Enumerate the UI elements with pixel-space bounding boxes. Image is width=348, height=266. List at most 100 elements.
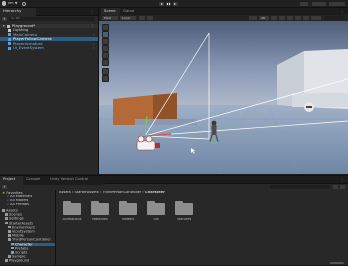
custom-tool-icon[interactable] xyxy=(102,68,109,75)
hierarchy-tabbar: Hierarchy ⋮ xyxy=(0,8,98,17)
local-label: Local xyxy=(122,16,130,20)
favorites-item-label: All Materials xyxy=(10,195,33,198)
project-panel: Project Console Unity Version Control ⋮ … xyxy=(0,175,348,266)
folder-label[interactable]: Materials xyxy=(89,218,111,221)
hierarchy-item-label: PlayerArmature xyxy=(13,41,43,46)
mode-2d-toggle[interactable]: 2D xyxy=(259,16,269,20)
local-toggle[interactable]: Local xyxy=(120,16,136,20)
version-control-tab-label: Unity Version Control xyxy=(50,177,88,181)
transform-tool-icon[interactable] xyxy=(102,59,109,66)
folder-icon[interactable] xyxy=(175,201,193,215)
gizmos-dropdown[interactable] xyxy=(311,16,321,20)
breadcrumb-path: Assets › StarterAssets › ThirdPersonCont… xyxy=(59,191,165,195)
hierarchy-item[interactable]: PlayerArmature › xyxy=(0,42,98,46)
folder-icon[interactable] xyxy=(63,201,81,215)
scene-search-input[interactable] xyxy=(324,16,344,20)
breadcrumb: Assets › StarterAssets › ThirdPersonCont… xyxy=(57,190,348,196)
pause-button[interactable] xyxy=(166,2,171,6)
zoom-slider[interactable] xyxy=(330,262,344,264)
rect-tool-icon[interactable] xyxy=(102,52,109,59)
hierarchy-item-label: PlayerFollowCamera xyxy=(13,37,52,41)
layers-dropdown[interactable] xyxy=(312,2,326,6)
chevron-right-icon[interactable]: › xyxy=(93,33,94,37)
panel-menu-icon[interactable]: ⋮ xyxy=(90,9,94,14)
effects-toggle[interactable] xyxy=(287,16,293,20)
tool-settings-icon[interactable] xyxy=(102,75,109,82)
play-button[interactable] xyxy=(159,2,164,6)
folder-label[interactable]: Sfx xyxy=(145,218,167,221)
chevron-right-icon[interactable]: › xyxy=(93,42,94,46)
scene-panel: Scene Game ⋮ Pivot Local 2D xyxy=(99,8,348,174)
folder-icon[interactable] xyxy=(119,201,137,215)
breadcrumb-item[interactable]: Assets xyxy=(59,191,71,194)
project-folder-label: Scripts xyxy=(15,251,28,255)
chevron-right-icon[interactable]: › xyxy=(93,37,94,41)
folder-icon xyxy=(8,230,11,233)
hierarchy-item[interactable]: Lighting xyxy=(0,28,98,32)
step-button[interactable] xyxy=(173,2,178,6)
camera-settings-button[interactable] xyxy=(303,16,309,20)
scale-tool-icon[interactable] xyxy=(102,45,109,52)
scene-viewport[interactable] xyxy=(99,21,348,174)
breadcrumb-item[interactable]: Character xyxy=(145,191,165,194)
pivot-toggle[interactable]: Pivot xyxy=(102,16,118,20)
folder-body-shape xyxy=(175,203,193,215)
hierarchy-item[interactable]: UI_EventSystem › xyxy=(0,46,98,50)
project-search-input[interactable] xyxy=(270,185,330,189)
scene-panel-menu-icon[interactable]: ⋮ xyxy=(340,9,344,14)
project-folder-label: Assets xyxy=(6,209,18,213)
chevron-right-icon[interactable]: › xyxy=(93,46,94,50)
hierarchy-item[interactable]: MainCamera › xyxy=(0,33,98,37)
pivot-label: Pivot xyxy=(104,16,112,20)
lighting-toggle[interactable] xyxy=(271,16,277,20)
folder-icon xyxy=(5,217,8,220)
search-placeholder: Q- All xyxy=(11,17,20,21)
tab-version-control[interactable]: Unity Version Control xyxy=(47,176,105,185)
folder-label[interactable]: Animations xyxy=(61,218,83,221)
gameobject-icon xyxy=(8,42,11,45)
move-tool-icon[interactable] xyxy=(102,31,109,38)
main-toolbar: MR ▼ xyxy=(0,0,348,8)
favorites-item[interactable]: ⌕ All Prefabs xyxy=(7,203,29,207)
folder-icon[interactable] xyxy=(147,201,165,215)
folder-icon xyxy=(11,242,14,246)
folder-icon[interactable] xyxy=(91,201,109,215)
breadcrumb-item[interactable]: StarterAssets xyxy=(74,191,98,194)
layout-dropdown[interactable] xyxy=(329,2,345,6)
breadcrumb-item[interactable]: ThirdPersonController xyxy=(102,191,141,194)
project-folder-item[interactable]: Playground xyxy=(5,259,55,263)
audio-toggle[interactable] xyxy=(279,16,285,20)
grid-snap-button[interactable] xyxy=(139,16,145,20)
project-panel-menu-icon[interactable]: ⋮ xyxy=(340,177,344,182)
folder-body-shape xyxy=(119,203,137,215)
favorites-item-label: All Prefabs xyxy=(10,203,30,206)
snap-increment-button[interactable] xyxy=(147,16,153,20)
project-divider xyxy=(55,190,56,266)
folder-icon xyxy=(2,209,5,212)
view-tool-icon[interactable] xyxy=(102,24,109,31)
cloud-icon[interactable] xyxy=(22,2,26,6)
shading-mode-button[interactable] xyxy=(249,16,257,20)
folder-body-shape xyxy=(63,203,81,215)
game-tab-label: Game xyxy=(123,8,135,13)
folder-label[interactable]: Models xyxy=(117,218,139,221)
camera-target-icon[interactable] xyxy=(304,102,314,112)
hierarchy-search-input[interactable]: Q- All xyxy=(9,17,95,21)
console-tab-label: Console xyxy=(26,177,41,181)
hierarchy-item[interactable]: PlayerFollowCamera › xyxy=(0,37,98,41)
filter-type-icon[interactable] xyxy=(333,185,338,189)
add-object-button[interactable]: + xyxy=(2,17,7,21)
scene-tools-overlay xyxy=(100,24,109,84)
filter-label-icon[interactable] xyxy=(340,185,345,189)
account-dropdown[interactable]: MR ▼ xyxy=(8,2,18,6)
hierarchy-tab-label: Hierarchy xyxy=(3,8,22,13)
folder-body-shape xyxy=(147,203,165,215)
project-folder-label: Character xyxy=(15,242,33,246)
hidden-objects-toggle[interactable] xyxy=(295,16,301,20)
folder-body-shape xyxy=(91,203,109,215)
rotate-tool-icon[interactable] xyxy=(102,38,109,45)
folder-icon xyxy=(8,234,11,237)
create-asset-button[interactable]: + xyxy=(2,185,7,189)
search-icon[interactable] xyxy=(300,2,308,6)
folder-label[interactable]: Textures xyxy=(173,218,195,221)
